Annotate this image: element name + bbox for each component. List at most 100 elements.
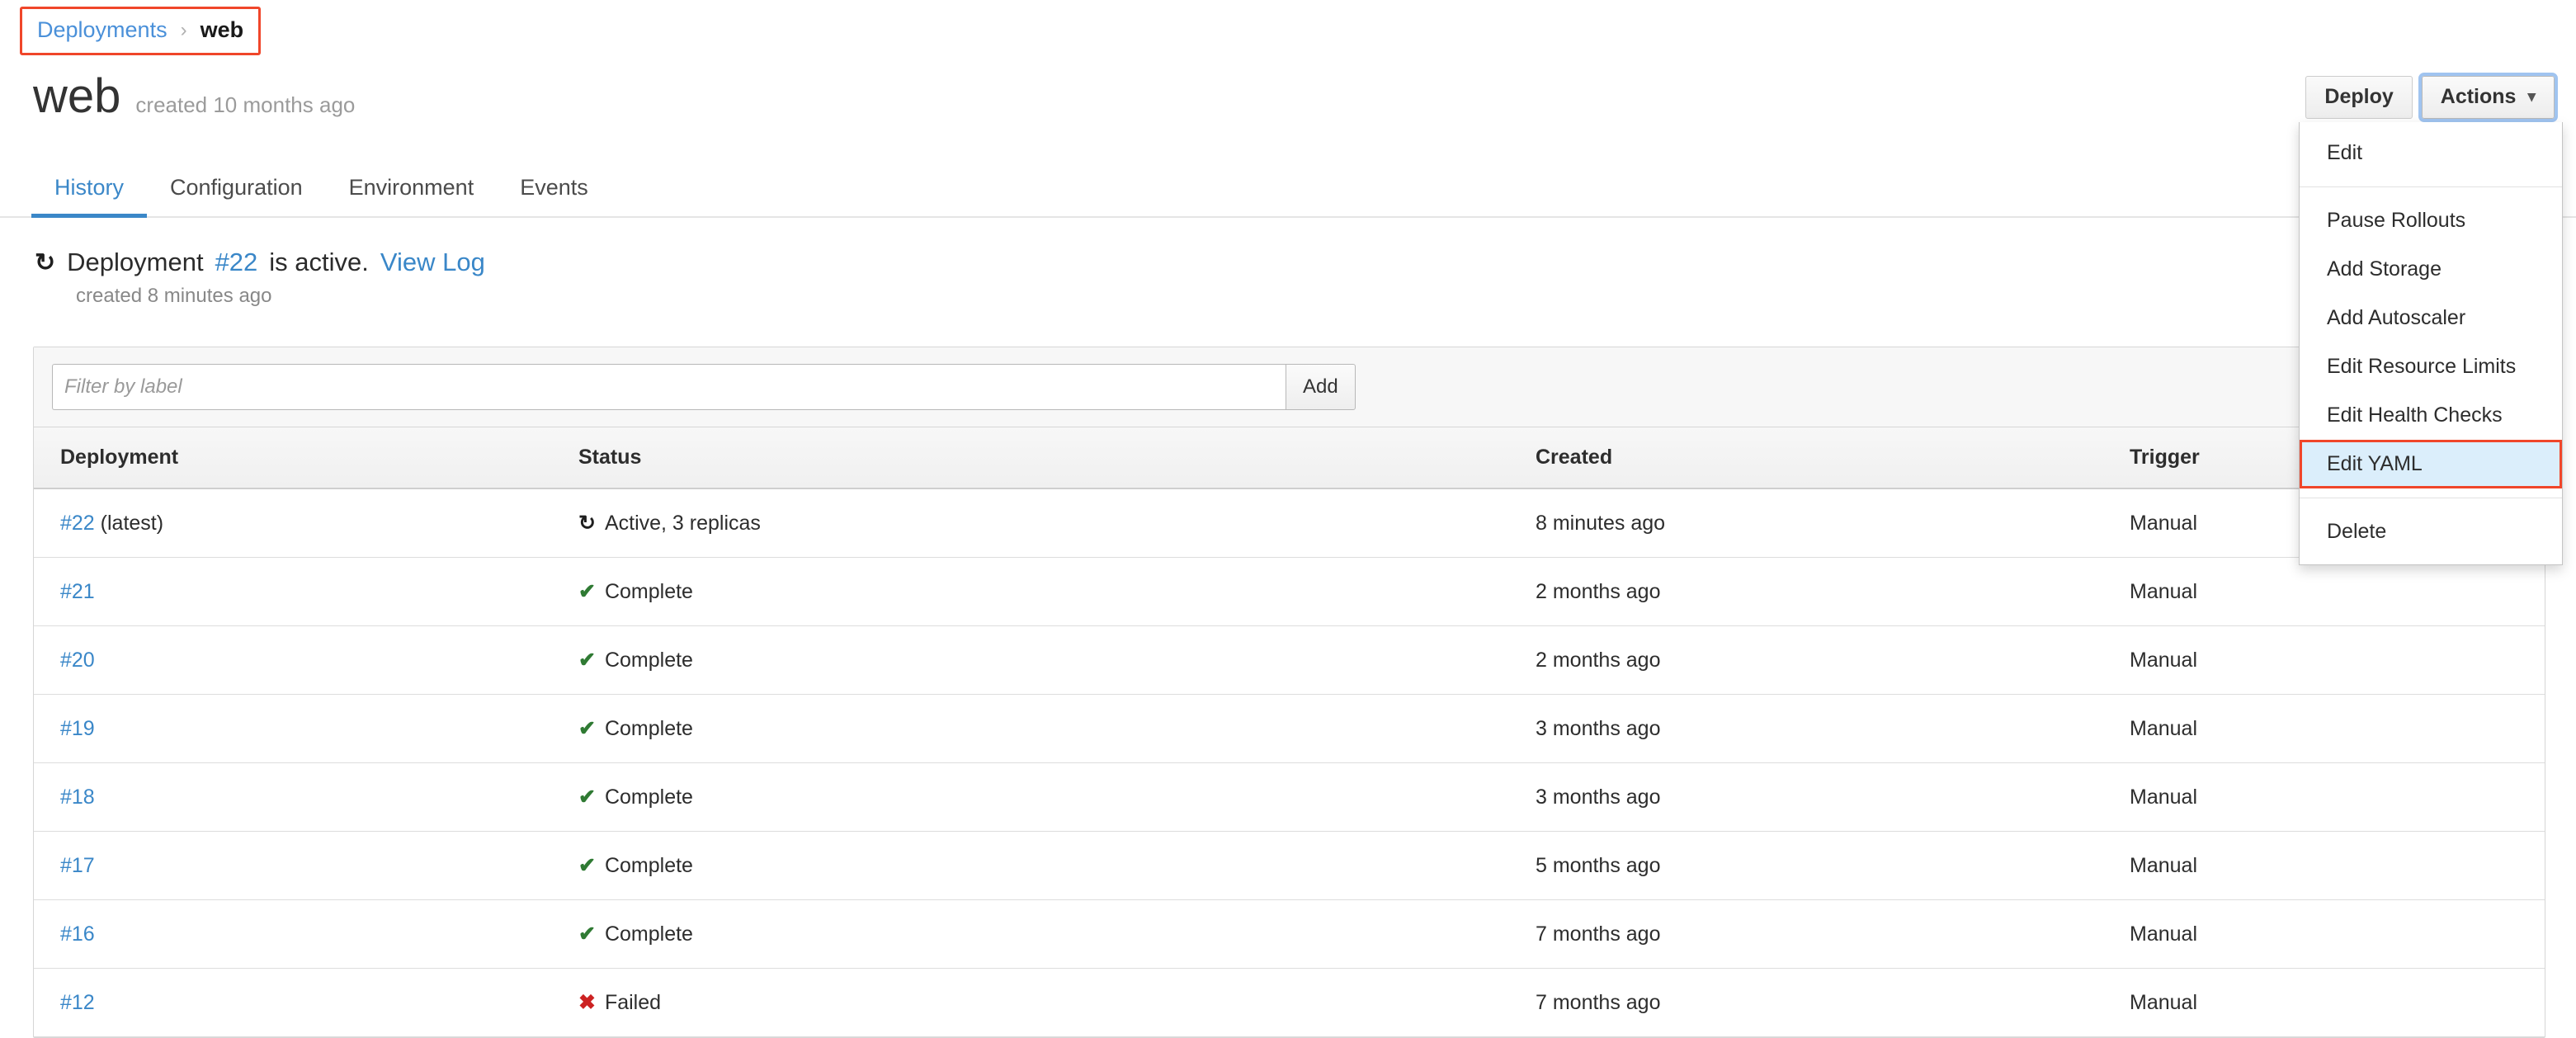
tab-events[interactable]: Events (497, 175, 611, 218)
cell-trigger: Manual (2130, 831, 2545, 900)
banner-prefix: Deployment (67, 248, 204, 276)
tab-bar: History Configuration Environment Events (0, 165, 2576, 218)
check-icon: ✔ (578, 922, 596, 946)
status-text: Complete (604, 716, 693, 740)
cell-status: ✖ Failed (578, 968, 1536, 1037)
status-badge: ✔ Complete (578, 648, 693, 672)
table-row: #18 ✔ Complete 3 months ago Manual (34, 762, 2545, 832)
cell-trigger: Manual (2130, 557, 2545, 626)
cell-created: 3 months ago (1536, 694, 2130, 763)
actions-dropdown-menu: Edit Pause Rollouts Add Storage Add Autosca… (2299, 122, 2563, 565)
cell-status: ✔ Complete (578, 831, 1536, 900)
status-text: Complete (604, 579, 693, 603)
cell-deployment: #18 (34, 762, 578, 832)
deployment-link[interactable]: #19 (60, 717, 95, 740)
cell-created: 2 months ago (1536, 625, 2130, 695)
breadcrumb: Deployments › web (20, 7, 262, 55)
page-title: web (33, 69, 121, 123)
cell-created: 3 months ago (1536, 762, 2130, 832)
view-log-link[interactable]: View Log (380, 248, 485, 277)
deployment-link[interactable]: #20 (60, 649, 95, 672)
status-text: Complete (604, 648, 693, 672)
status-text: Active, 3 replicas (604, 511, 761, 535)
banner-middle: is active. (269, 248, 369, 276)
actions-button[interactable]: Actions ▾ (2418, 73, 2559, 122)
cell-deployment: #16 (34, 899, 578, 969)
status-text: Complete (604, 785, 693, 809)
menu-item-edit-yaml[interactable]: Edit YAML (2300, 440, 2562, 488)
deployment-link[interactable]: #12 (60, 991, 95, 1014)
deployments-table: Deployment Status Created Trigger #22 (l… (34, 427, 2545, 1037)
column-header-status[interactable]: Status (578, 427, 1536, 489)
check-icon: ✔ (578, 580, 596, 603)
status-badge: ✔ Complete (578, 853, 693, 878)
check-icon: ✔ (578, 717, 596, 740)
status-badge: ✖ Failed (578, 990, 661, 1015)
menu-item-edit-health-checks[interactable]: Edit Health Checks (2300, 391, 2562, 440)
menu-item-edit[interactable]: Edit (2300, 129, 2562, 177)
filter-by-label-input[interactable] (52, 364, 1286, 410)
deployment-link[interactable]: #22 (60, 512, 95, 535)
cell-created: 5 months ago (1536, 831, 2130, 900)
deployment-status-banner: ↻ Deployment #22 is active. View Log cre… (35, 248, 485, 308)
cell-status: ✔ Complete (578, 762, 1536, 832)
status-badge: ✔ Complete (578, 716, 693, 741)
table-row: #21 ✔ Complete 2 months ago Manual (34, 557, 2545, 626)
status-text: Complete (604, 922, 693, 946)
breadcrumb-separator-icon: › (180, 18, 187, 41)
page-subtitle: created 10 months ago (135, 92, 356, 117)
table-row: #17 ✔ Complete 5 months ago Manual (34, 831, 2545, 900)
table-header: Deployment Status Created Trigger (34, 427, 2545, 489)
tab-history[interactable]: History (31, 175, 148, 218)
check-icon: ✔ (578, 649, 596, 672)
chevron-down-icon: ▾ (2527, 88, 2536, 106)
cell-deployment: #12 (34, 968, 578, 1037)
page-header: web created 10 months ago (33, 73, 355, 120)
filter-bar: Add (34, 347, 2545, 427)
cell-status: ✔ Complete (578, 899, 1536, 969)
menu-item-edit-resource-limits[interactable]: Edit Resource Limits (2300, 342, 2562, 391)
cell-trigger: Manual (2130, 625, 2545, 695)
table-row: #20 ✔ Complete 2 months ago Manual (34, 625, 2545, 695)
menu-item-pause-rollouts[interactable]: Pause Rollouts (2300, 196, 2562, 245)
cell-deployment: #22 (latest) (34, 488, 578, 558)
check-icon: ✔ (578, 854, 596, 877)
tab-configuration[interactable]: Configuration (147, 175, 326, 218)
banner-main-line: ↻ Deployment #22 is active. View Log (35, 248, 485, 277)
x-icon: ✖ (578, 991, 596, 1014)
sync-icon: ↻ (578, 512, 596, 535)
table-row: #22 (latest) ↻ Active, 3 replicas 8 minutes… (34, 488, 2545, 558)
cell-deployment: #19 (34, 694, 578, 763)
deployment-link[interactable]: #16 (60, 922, 95, 946)
table-row: #12 ✖ Failed 7 months ago Manual (34, 968, 2545, 1037)
status-text: Complete (604, 853, 693, 877)
cell-trigger: Manual (2130, 762, 2545, 832)
cell-deployment: #17 (34, 831, 578, 900)
cell-trigger: Manual (2130, 899, 2545, 969)
column-header-created[interactable]: Created (1536, 427, 2130, 489)
breadcrumb-link-deployments[interactable]: Deployments (37, 17, 167, 43)
cell-created: 7 months ago (1536, 899, 2130, 969)
column-header-deployment[interactable]: Deployment (34, 427, 578, 489)
menu-separator (2300, 186, 2562, 187)
cell-deployment: #20 (34, 625, 578, 695)
deploy-button[interactable]: Deploy (2305, 76, 2413, 119)
add-filter-button[interactable]: Add (1286, 364, 1356, 410)
deployment-link[interactable]: #21 (60, 580, 95, 603)
menu-item-delete[interactable]: Delete (2300, 507, 2562, 556)
deployment-history-card: Add Deployment Status Created Trigger #2… (33, 347, 2545, 1038)
cell-status: ✔ Complete (578, 557, 1536, 626)
cell-deployment: #21 (34, 557, 578, 626)
cell-created: 2 months ago (1536, 557, 2130, 626)
cell-created: 8 minutes ago (1536, 488, 2130, 558)
menu-item-add-autoscaler[interactable]: Add Autoscaler (2300, 294, 2562, 342)
tab-environment[interactable]: Environment (326, 175, 498, 218)
status-badge: ✔ Complete (578, 785, 693, 809)
status-badge: ✔ Complete (578, 579, 693, 604)
deployment-link[interactable]: #18 (60, 786, 95, 809)
deployment-link[interactable]: #17 (60, 854, 95, 877)
banner-deployment-link[interactable]: #22 (215, 248, 258, 277)
breadcrumb-current: web (200, 17, 244, 42)
menu-item-add-storage[interactable]: Add Storage (2300, 245, 2562, 294)
cell-status: ✔ Complete (578, 625, 1536, 695)
